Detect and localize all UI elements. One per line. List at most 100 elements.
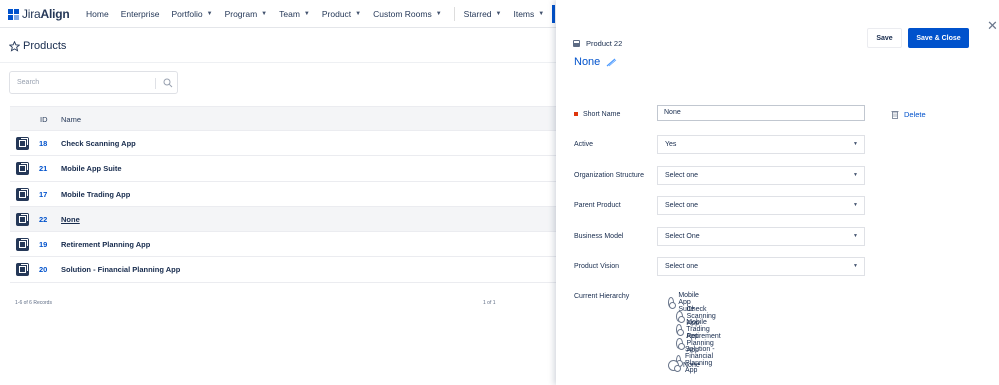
logo-text: JiraAlign <box>22 7 70 21</box>
org-structure-value: Select one <box>665 172 699 179</box>
required-indicator-icon <box>574 112 578 117</box>
row-name[interactable]: Mobile Trading App <box>61 190 130 199</box>
nav-team[interactable]: Team ▼ <box>279 9 310 19</box>
row-name[interactable]: Check Scanning App <box>61 139 136 148</box>
nav-divider <box>453 7 455 21</box>
row-id-link[interactable]: 20 <box>39 265 47 274</box>
breadcrumb-text: Product 22 <box>586 39 623 48</box>
nav-label: Program <box>224 9 258 19</box>
nav-label: Starred <box>463 9 492 19</box>
org-structure-label: Organization Structure <box>574 172 645 179</box>
nav-active-indicator <box>552 5 555 23</box>
table-header: ID Name <box>10 106 556 131</box>
product-icon <box>16 187 29 201</box>
business-model-label: Business Model <box>574 233 624 240</box>
table-row[interactable]: 20 Solution - Financial Planning App <box>10 257 556 283</box>
product-icon <box>16 137 29 150</box>
nav-custom-rooms[interactable]: Custom Rooms ▼ <box>373 9 442 19</box>
panel-title: None <box>574 56 617 68</box>
table-row[interactable]: 22 None <box>10 206 556 233</box>
row-name[interactable]: Mobile App Suite <box>61 164 122 173</box>
product-icon <box>16 212 29 226</box>
table-row[interactable]: 21 Mobile App Suite <box>10 156 556 182</box>
table-row[interactable]: 19 Retirement Planning App <box>10 232 556 258</box>
parent-product-label: Parent Product <box>574 202 621 209</box>
products-table: ID Name 18 Check Scanning App 21 Mobile App… <box>10 106 556 283</box>
nav-label: Portfolio <box>171 9 203 19</box>
jira-align-logo[interactable]: JiraAlign <box>8 7 70 21</box>
hierarchy-item-label: None <box>683 362 700 369</box>
row-id-link[interactable]: 21 <box>39 164 47 173</box>
logo-icon <box>8 8 19 20</box>
divider <box>0 62 556 63</box>
active-label: Active <box>574 141 594 148</box>
nav-label: Product <box>321 9 352 19</box>
short-name-field[interactable]: None <box>657 105 865 121</box>
row-id-link[interactable]: 17 <box>39 190 47 199</box>
hierarchy-item[interactable]: None <box>668 360 700 372</box>
row-name[interactable]: Solution - Financial Planning App <box>61 265 180 274</box>
nav-program[interactable]: Program ▼ <box>225 9 268 19</box>
row-name[interactable]: None <box>61 215 80 224</box>
row-id-link[interactable]: 22 <box>39 215 47 224</box>
star-icon[interactable] <box>9 40 20 52</box>
nav-label: Custom Rooms <box>373 9 432 19</box>
column-header-name[interactable]: Name <box>61 115 81 124</box>
product-icon <box>16 263 29 277</box>
table-body: 18 Check Scanning App 21 Mobile App Suite 17… <box>10 131 556 283</box>
row-id-link[interactable]: 18 <box>39 139 47 148</box>
pagination[interactable]: 1 of 1 <box>483 300 496 306</box>
nav-label: Items <box>513 9 535 19</box>
caret-down-icon: ▼ <box>853 233 858 239</box>
product-vision-select[interactable]: Select one ▼ <box>657 257 865 276</box>
row-id-link[interactable]: 19 <box>39 240 47 249</box>
panel-title-text: None <box>574 56 601 68</box>
search-icon[interactable] <box>162 77 174 89</box>
trash-icon <box>891 111 899 119</box>
caret-down-icon: ▼ <box>853 172 858 178</box>
delete-label: Delete <box>904 110 926 119</box>
records-count: 1-6 of 6 Records <box>15 300 52 306</box>
nav-starred[interactable]: Starred ▼ <box>464 9 502 19</box>
search-input[interactable]: Search <box>9 71 178 94</box>
product-icon <box>16 162 29 176</box>
nav-enterprise[interactable]: Enterprise <box>121 9 160 19</box>
chevron-down-icon: ▼ <box>538 11 545 17</box>
product-node-icon <box>668 297 677 309</box>
table-row[interactable]: 17 Mobile Trading App <box>10 181 556 207</box>
business-model-value: Select One <box>665 233 700 240</box>
nav-product[interactable]: Product ▼ <box>322 9 361 19</box>
close-icon[interactable]: ✕ <box>987 18 998 34</box>
save-button[interactable]: Save <box>867 28 902 48</box>
nav-items[interactable]: Items ▼ <box>513 9 544 19</box>
row-name[interactable]: Retirement Planning App <box>61 240 150 249</box>
product-icon <box>573 40 580 47</box>
product-vision-value: Select one <box>665 263 699 270</box>
org-structure-select[interactable]: Select one ▼ <box>657 166 865 185</box>
delete-button[interactable]: Delete <box>891 110 926 119</box>
product-vision-label: Product Vision <box>574 263 620 270</box>
column-header-id[interactable]: ID <box>40 115 48 124</box>
breadcrumb: Product 22 <box>573 39 622 48</box>
nav-portfolio[interactable]: Portfolio ▼ <box>171 9 212 19</box>
edit-pencil-icon[interactable] <box>606 58 617 67</box>
search-placeholder: Search <box>17 79 40 86</box>
short-name-label: Short Name <box>574 111 620 118</box>
caret-down-icon: ▼ <box>853 263 858 269</box>
active-value: Yes <box>665 141 677 148</box>
caret-down-icon: ▼ <box>853 141 858 147</box>
nav-label: Enterprise <box>120 9 160 19</box>
parent-product-select[interactable]: Select one ▼ <box>657 196 865 215</box>
chevron-down-icon: ▼ <box>495 11 502 17</box>
table-row[interactable]: 18 Check Scanning App <box>10 131 556 157</box>
nav-home[interactable]: Home <box>86 9 109 19</box>
active-select[interactable]: Yes ▼ <box>657 135 865 154</box>
product-icon <box>16 238 29 252</box>
business-model-select[interactable]: Select One ▼ <box>657 227 865 246</box>
chevron-down-icon: ▼ <box>355 11 362 17</box>
chevron-down-icon: ▼ <box>303 11 310 17</box>
save-and-close-button[interactable]: Save & Close <box>908 28 969 48</box>
current-hierarchy-label: Current Hierarchy <box>574 293 630 300</box>
chevron-down-icon: ▼ <box>261 11 268 17</box>
chevron-down-icon: ▼ <box>206 11 213 17</box>
